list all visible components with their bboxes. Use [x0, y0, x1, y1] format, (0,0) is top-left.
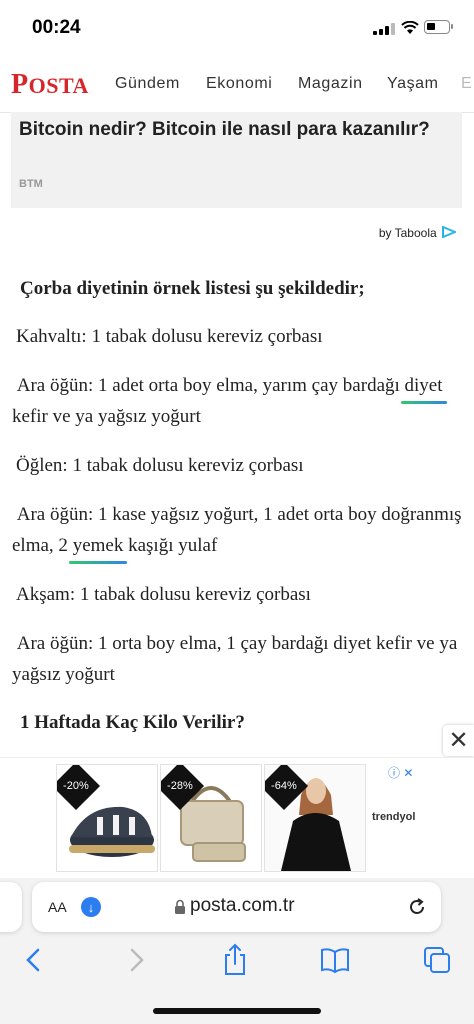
- article-paragraph: Akşam: 1 tabak dolusu kereviz çorbası: [16, 584, 311, 605]
- bookmarks-icon[interactable]: [320, 940, 350, 980]
- ad-product-tile[interactable]: -20%: [56, 764, 158, 872]
- site-nav: POSTA Gündem Ekonomi Magazin Yaşam E: [0, 54, 474, 113]
- sponsored-title[interactable]: Bitcoin nedir? Bitcoin ile nasıl para ka…: [19, 117, 439, 143]
- address-bar[interactable]: AA ↓ posta.com.tr: [32, 882, 441, 932]
- ad-banner[interactable]: -20% -28% -64% ⓘ ✕ trendyol: [0, 757, 474, 878]
- article-subheading: 1 Haftada Kaç Kilo Verilir?: [20, 712, 245, 733]
- article-text: kaşığı yulaf: [123, 535, 218, 556]
- forward-icon[interactable]: [126, 940, 146, 980]
- share-icon[interactable]: [222, 940, 248, 980]
- back-icon[interactable]: [24, 940, 44, 980]
- clock: 00:24: [32, 17, 81, 38]
- article-heading: Çorba diyetinin örnek listesi şu şekilde…: [20, 278, 365, 299]
- text-size-button[interactable]: AA: [48, 896, 67, 918]
- battery-icon: [424, 20, 453, 34]
- close-icon: ✕: [448, 727, 469, 754]
- signal-icon: [373, 23, 395, 35]
- nav-link-ekonomi[interactable]: Ekonomi: [206, 75, 272, 93]
- wifi-icon: [401, 21, 419, 34]
- taboola-label: by Taboola: [378, 226, 437, 240]
- browser-toolbar: AA ↓ posta.com.tr: [0, 878, 474, 1024]
- ad-product-tile[interactable]: -64%: [264, 764, 366, 872]
- article-paragraph: Ara öğün: 1 orta boy elma, 1 çay bardağı…: [12, 628, 462, 690]
- lock-icon: [175, 899, 185, 914]
- status-bar: 00:24: [0, 0, 474, 54]
- sponsored-source: BTM: [19, 178, 43, 190]
- home-indicator: [153, 1008, 321, 1014]
- article-text: Ara öğün: 1 orta boy elma, 1 çay bardağı…: [12, 633, 458, 685]
- keyword-link-diyet[interactable]: diyet: [400, 370, 447, 404]
- previous-tab-bar[interactable]: [0, 882, 22, 932]
- nav-link-more[interactable]: E: [461, 75, 472, 93]
- tabs-icon[interactable]: [423, 940, 451, 980]
- nav-link-yasam[interactable]: Yaşam: [387, 75, 439, 93]
- brand-logo[interactable]: trendyol: [372, 811, 415, 823]
- ad-product-tile[interactable]: -28%: [160, 764, 262, 872]
- article-text: kefir ve ya yağsız yoğurt: [12, 406, 201, 427]
- reload-icon[interactable]: [407, 897, 427, 917]
- posta-logo[interactable]: POSTA: [11, 69, 89, 101]
- taboola-icon: [442, 225, 458, 239]
- sponsored-card[interactable]: Bitcoin nedir? Bitcoin ile nasıl para ka…: [11, 112, 462, 208]
- download-icon[interactable]: ↓: [81, 897, 101, 917]
- article-paragraph: Öğlen: 1 tabak dolusu kereviz çorbası: [16, 455, 304, 476]
- adchoices-icon[interactable]: ⓘ ✕: [388, 764, 413, 781]
- nav-link-magazin[interactable]: Magazin: [298, 75, 363, 93]
- nav-link-gundem[interactable]: Gündem: [115, 75, 180, 93]
- close-ad-button[interactable]: ✕: [443, 725, 474, 756]
- keyword-link-yemek[interactable]: yemek: [68, 530, 127, 564]
- url-text[interactable]: posta.com.tr: [190, 895, 295, 917]
- article-paragraph: Ara öğün: 1 adet orta boy elma, yarım ça…: [12, 370, 462, 432]
- article-text: Ara öğün: 1 adet orta boy elma, yarım ça…: [16, 375, 400, 396]
- article-paragraph: Ara öğün: 1 kase yağsız yoğurt, 1 adet o…: [12, 499, 462, 564]
- article-paragraph: Kahvaltı: 1 tabak dolusu kereviz çorbası: [16, 326, 323, 347]
- taboola-attribution[interactable]: by Taboola: [378, 225, 458, 240]
